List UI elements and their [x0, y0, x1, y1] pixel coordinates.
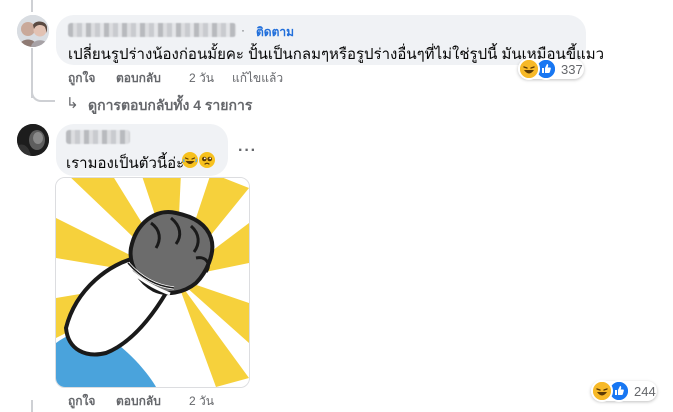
thread-line-reply-hook — [31, 86, 55, 102]
more-options-button[interactable]: ··· — [238, 142, 257, 160]
haha-icon — [518, 58, 540, 80]
fist-bump-sticker-icon — [56, 178, 249, 387]
reaction-count-2: 244 — [634, 383, 656, 399]
reply-action-2[interactable]: ตอบกลับ — [116, 392, 161, 411]
laughing-emoji-icon — [182, 152, 198, 168]
like-action[interactable]: ถูกใจ — [68, 69, 95, 88]
like-action-2[interactable]: ถูกใจ — [68, 392, 95, 411]
commenter-name-redacted[interactable] — [68, 23, 236, 37]
haha-icon — [591, 380, 613, 402]
avatar-photo-icon — [17, 15, 49, 47]
thread-line-bottom — [31, 400, 33, 412]
avatar-photo-icon — [17, 124, 49, 156]
commenter-avatar-2[interactable] — [17, 124, 49, 156]
comment-timestamp-2[interactable]: 2 วัน — [189, 392, 214, 411]
view-replies-arrow-icon: ↳ — [66, 95, 79, 112]
view-replies-link[interactable]: ดูการตอบกลับทั้ง 4 รายการ — [88, 95, 252, 117]
comment-text-2: เรามองเป็นตัวนี้อ่ะ — [66, 155, 185, 172]
comment-timestamp[interactable]: 2 วัน — [189, 69, 214, 88]
pleading-emoji-icon — [199, 152, 215, 168]
edited-label[interactable]: แก้ไขแล้ว — [232, 69, 283, 88]
reply-action[interactable]: ตอบกลับ — [116, 69, 161, 88]
reaction-summary[interactable]: 337 — [518, 58, 584, 80]
comment-sticker-image[interactable] — [55, 177, 250, 388]
follow-link[interactable]: ติดตาม — [256, 23, 294, 42]
separator-dot: · — [241, 23, 245, 37]
thread-line-top — [31, 0, 33, 12]
reaction-count: 337 — [561, 61, 583, 77]
reaction-summary-2[interactable]: 244 — [591, 380, 657, 402]
commenter-avatar[interactable] — [17, 15, 49, 47]
commenter-name-redacted-2[interactable] — [66, 130, 130, 144]
